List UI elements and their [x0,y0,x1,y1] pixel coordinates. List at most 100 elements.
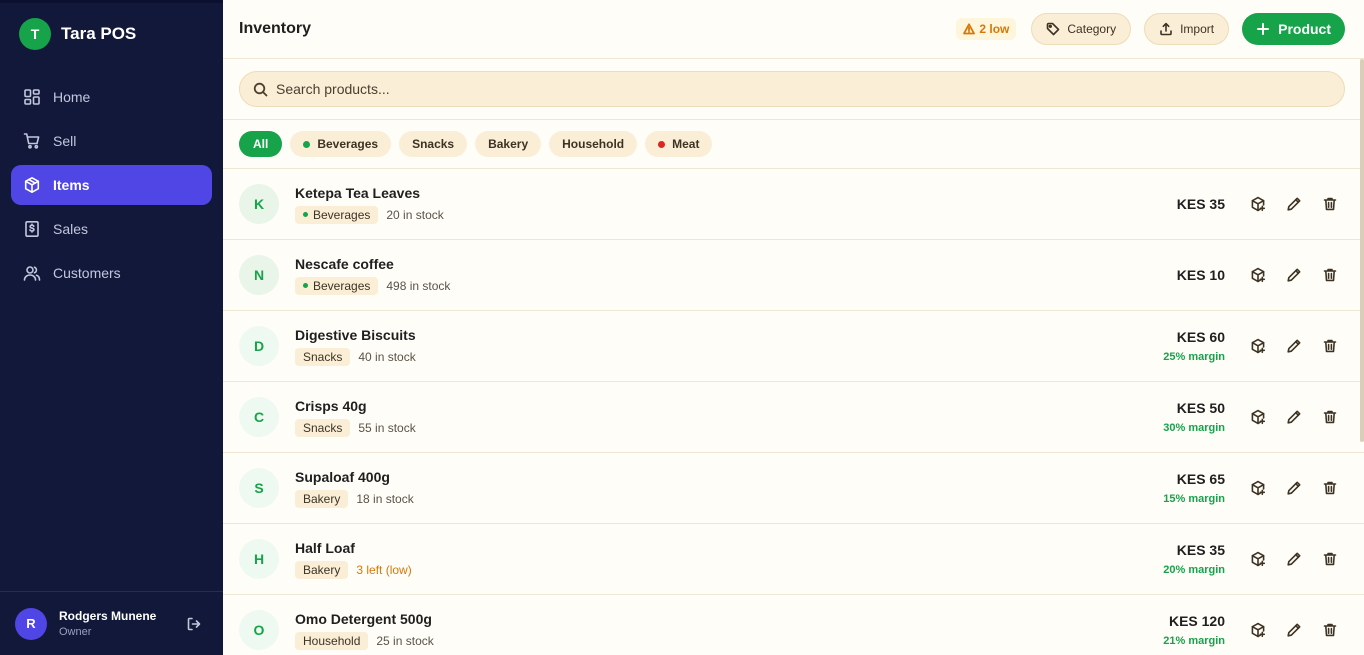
sidebar-nav: Home Sell Items Sales Customers [0,77,223,293]
add-product-button[interactable]: Product [1242,13,1345,45]
edit-icon[interactable] [1286,551,1302,567]
trash-icon[interactable] [1322,338,1338,354]
filter-chip-snacks[interactable]: Snacks [399,131,468,157]
restock-icon[interactable] [1250,551,1266,567]
edit-icon[interactable] [1286,196,1302,212]
row-actions [1230,267,1338,283]
sidebar-item-label: Home [53,89,91,105]
user-info: Rodgers Munene Owner [59,609,156,638]
product-name: Nescafe coffee [295,255,394,272]
product-name: Ketepa Tea Leaves [295,184,421,201]
product-info: Omo Detergent 500g Household 25 in stock [295,611,434,650]
product-meta: Snacks 55 in stock [295,418,416,437]
sidebar-item-label: Sales [53,221,89,237]
restock-icon[interactable] [1250,196,1266,212]
table-row[interactable]: S Supaloaf 400g Bakery 18 in stock KES 65 15%… [223,453,1364,524]
users-icon [23,264,41,282]
search-box[interactable] [239,71,1345,107]
sidebar-item-items[interactable]: Items [11,165,212,205]
sidebar-item-sell[interactable]: Sell [11,121,212,161]
filter-chip-beverages[interactable]: Beverages [290,131,392,157]
table-row[interactable]: C Crisps 40g Snacks 55 in stock KES 50 30% ma… [223,382,1364,453]
category-badge: Beverages [295,205,379,224]
user-name: Rodgers Munene [59,609,157,623]
table-row[interactable]: K Ketepa Tea Leaves Beverages 20 in stock KE… [223,169,1364,240]
box-icon [23,176,41,194]
main-content: Inventory 2 low Category Import Product … [223,0,1364,655]
price-block: KES 50 30% margin [1163,400,1225,434]
low-stock-badge[interactable]: 2 low [956,18,1017,40]
price-block: KES 60 25% margin [1163,329,1225,363]
user-role: Owner [59,626,92,638]
trash-icon[interactable] [1322,480,1338,496]
category-label: Household [303,633,361,648]
edit-icon[interactable] [1286,409,1302,425]
filter-chip-household[interactable]: Household [549,131,638,157]
trash-icon[interactable] [1322,267,1338,283]
restock-icon[interactable] [1250,267,1266,283]
product-margin: 15% margin [1163,493,1225,505]
search-input[interactable] [276,81,1276,97]
page-title: Inventory [239,20,312,37]
stock-count: 55 in stock [358,420,416,435]
product-name: Half Loaf [295,539,355,556]
import-button[interactable]: Import [1144,13,1230,45]
restock-icon[interactable] [1250,409,1266,425]
search-icon [253,82,268,96]
table-row[interactable]: D Digestive Biscuits Snacks 40 in stock KES … [223,311,1364,382]
stock-count: 40 in stock [358,349,416,364]
category-label: Snacks [303,420,343,435]
table-row[interactable]: N Nescafe coffee Beverages 498 in stock KES … [223,240,1364,311]
edit-icon[interactable] [1286,267,1302,283]
product-margin: 21% margin [1163,635,1225,647]
search-bar [223,59,1364,120]
logout-icon[interactable] [186,616,202,632]
product-info: Supaloaf 400g Bakery 18 in stock [295,469,414,508]
category-dot-icon [303,212,308,217]
edit-icon[interactable] [1286,338,1302,354]
trash-icon[interactable] [1322,409,1338,425]
grid-icon [23,88,41,106]
scrollbar[interactable] [1360,59,1364,442]
trash-icon[interactable] [1322,196,1338,212]
category-badge: Bakery [295,489,349,508]
product-margin: 25% margin [1163,351,1225,363]
product-price: KES 35 [1176,196,1225,212]
filter-chip-bakery[interactable]: Bakery [475,131,542,157]
trash-icon[interactable] [1322,551,1338,567]
brand-name: Tara POS [61,24,137,43]
product-avatar: C [239,397,279,437]
filter-chip-all[interactable]: All [239,131,283,157]
table-row[interactable]: O Omo Detergent 500g Household 25 in stock K… [223,595,1364,655]
table-row[interactable]: H Half Loaf Bakery 3 left (low) KES 35 20% ma… [223,524,1364,595]
category-button[interactable]: Category [1031,13,1132,45]
sidebar-item-home[interactable]: Home [11,77,212,117]
restock-icon[interactable] [1250,480,1266,496]
product-info: Crisps 40g Snacks 55 in stock [295,398,416,437]
brand[interactable]: T Tara POS [0,3,223,65]
product-price: KES 35 [1176,542,1225,558]
stock-count: 498 in stock [386,278,451,293]
brand-logo: T [19,18,51,50]
edit-icon[interactable] [1286,622,1302,638]
price-block: KES 65 15% margin [1163,471,1225,505]
row-actions [1230,622,1338,638]
restock-icon[interactable] [1250,622,1266,638]
restock-icon[interactable] [1250,338,1266,354]
filter-chip-meat[interactable]: Meat [645,131,713,157]
sidebar-item-customers[interactable]: Customers [11,253,212,293]
sidebar-item-label: Sell [53,133,77,149]
topbar: Inventory 2 low Category Import Product [223,0,1364,59]
product-avatar: K [239,184,279,224]
upload-icon [1160,22,1172,36]
row-actions [1230,196,1338,212]
edit-icon[interactable] [1286,480,1302,496]
tag-icon [1047,22,1060,36]
filter-chip-label: Snacks [412,137,455,151]
stock-count: 25 in stock [376,633,434,648]
product-margin: 30% margin [1163,422,1225,434]
avatar[interactable]: R [15,607,47,640]
trash-icon[interactable] [1322,622,1338,638]
category-label: Beverages [313,207,371,222]
sidebar-item-sales[interactable]: Sales [11,209,212,249]
